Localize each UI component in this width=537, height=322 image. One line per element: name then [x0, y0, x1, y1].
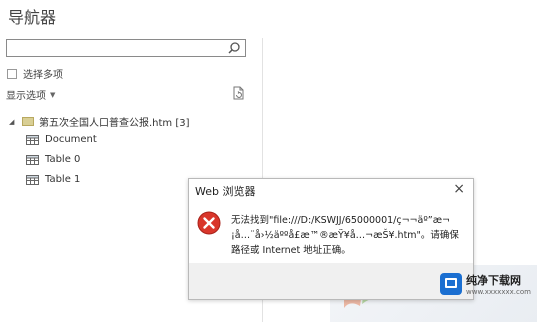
- folder-icon: [22, 117, 34, 126]
- watermark-logo-icon: [440, 273, 462, 295]
- site-watermark: 纯净下载网 www.xxxxxxx.com: [440, 272, 531, 296]
- table-icon: [26, 174, 39, 185]
- tree-item-label: Table 1: [45, 174, 81, 185]
- search-input[interactable]: [6, 39, 246, 57]
- multi-select-label: 选择多项: [23, 70, 63, 81]
- navigator-title: 导航器: [8, 8, 57, 27]
- web-browser-dialog: Web 浏览器 × 无法找到"file:///D:/KSWJJ/65000001…: [188, 178, 474, 300]
- watermark-title: 纯净下载网: [466, 274, 521, 287]
- tree-root-node[interactable]: ◢ 第五次全国人口普查公报.htm [3]: [9, 114, 190, 129]
- tree-item-label: Document: [45, 134, 97, 145]
- expand-triangle-icon[interactable]: ◢: [9, 118, 17, 126]
- error-icon: [197, 211, 221, 235]
- tree-item-table-1[interactable]: Table 1: [26, 174, 80, 185]
- multi-select-checkbox[interactable]: 选择多项: [7, 66, 63, 81]
- chevron-down-icon: ▼: [50, 90, 56, 99]
- tree-root-label: 第五次全国人口普查公报.htm [3]: [39, 118, 190, 129]
- display-options-dropdown[interactable]: 显示选项 ▼: [6, 87, 56, 103]
- checkbox-icon[interactable]: [7, 68, 17, 79]
- dialog-footer: [189, 263, 473, 299]
- table-icon: [26, 154, 39, 165]
- table-icon: [26, 134, 39, 145]
- search-icon[interactable]: [227, 41, 241, 55]
- display-options-label: 显示选项: [6, 91, 46, 102]
- tree-item-table-0[interactable]: Table 0: [26, 154, 80, 165]
- close-icon[interactable]: ×: [453, 181, 465, 197]
- tree-item-document[interactable]: Document: [26, 134, 97, 145]
- tree-item-label: Table 0: [45, 154, 81, 165]
- watermark-url: www.xxxxxxx.com: [466, 288, 531, 296]
- refresh-icon[interactable]: [232, 86, 245, 100]
- dialog-message: 无法找到"file:///D:/KSWJJ/65000001/ç¬¬äº”æ¬¡…: [231, 215, 459, 256]
- dialog-title: Web 浏览器: [195, 185, 256, 198]
